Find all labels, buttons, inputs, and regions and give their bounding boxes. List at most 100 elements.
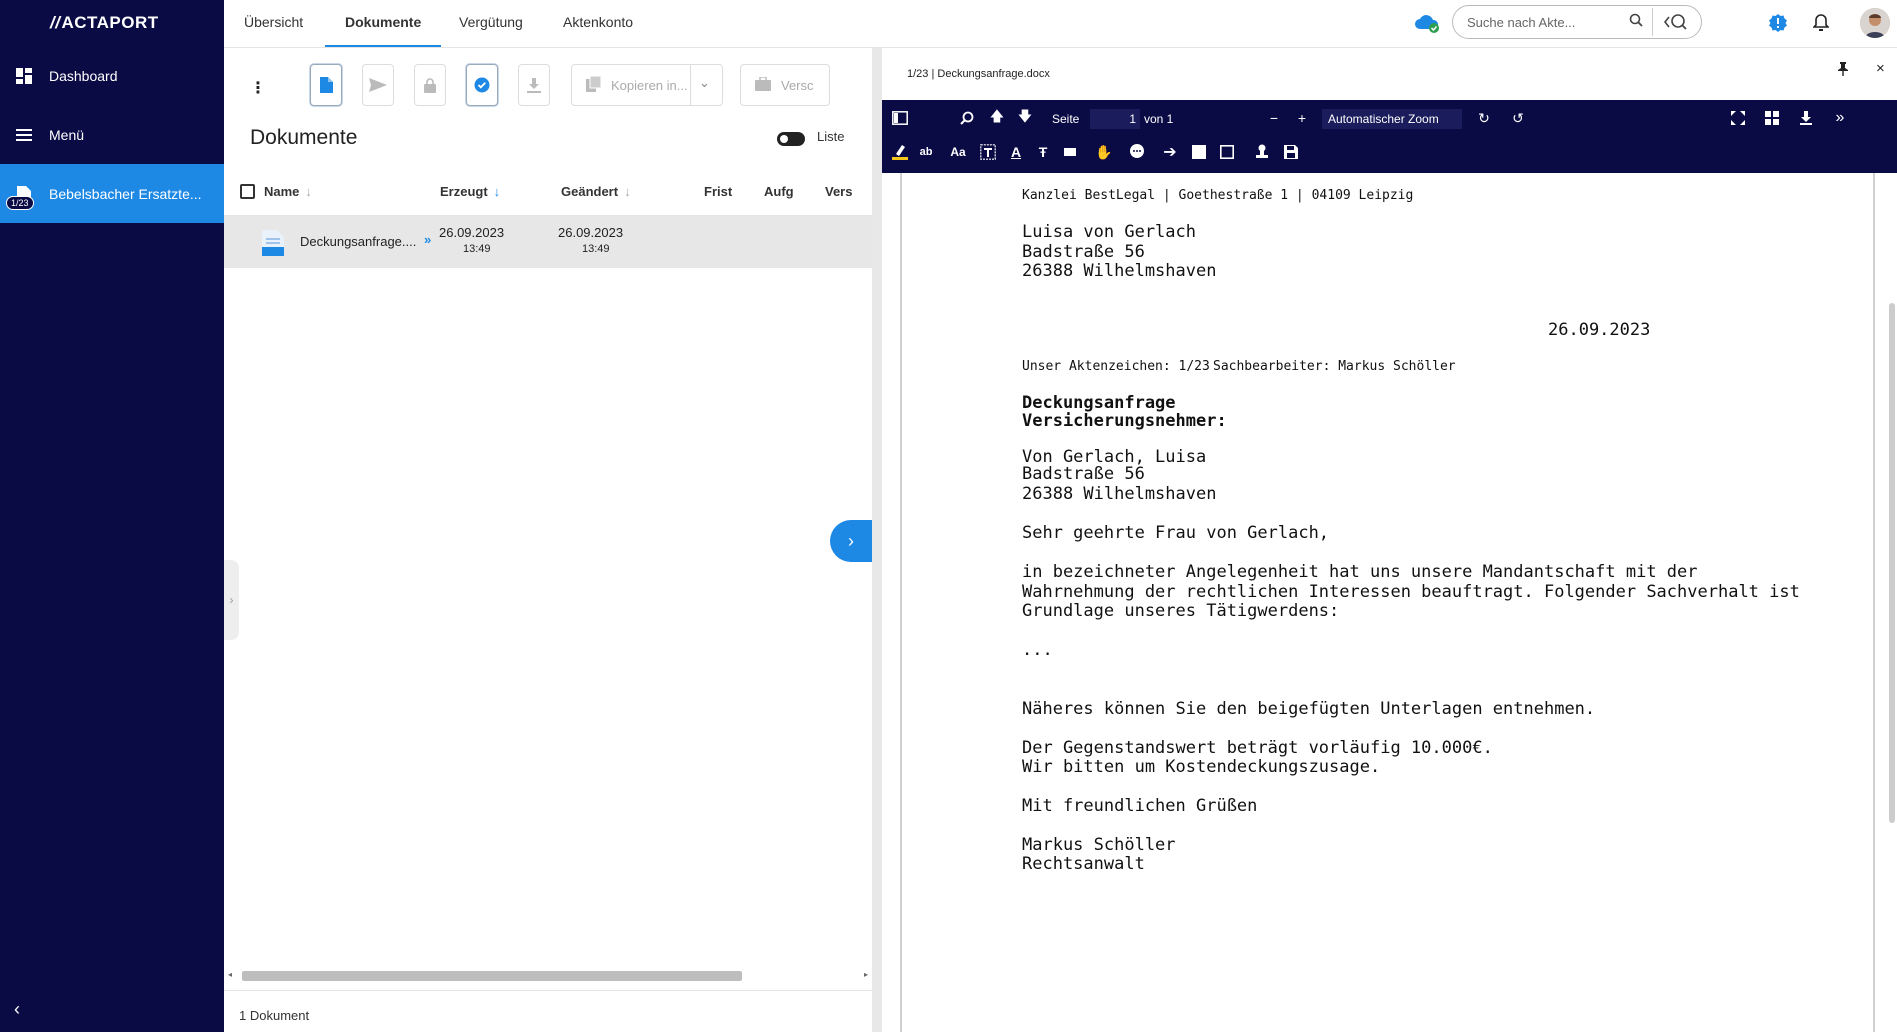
- cloud-sync-icon[interactable]: [1414, 10, 1440, 36]
- select-all-checkbox[interactable]: [240, 184, 255, 199]
- bell-icon[interactable]: [1808, 10, 1834, 36]
- vertical-scrollbar[interactable]: [1889, 173, 1897, 1032]
- avatar[interactable]: [1860, 8, 1890, 38]
- download-icon[interactable]: [1796, 108, 1816, 128]
- pin-icon[interactable]: [1837, 62, 1849, 79]
- find-icon[interactable]: [957, 108, 977, 128]
- zoom-out-icon[interactable]: −: [1264, 108, 1284, 128]
- next-page-icon[interactable]: 🡇: [1015, 108, 1035, 128]
- letter-body-line: Wir bitten um Kostendeckungszusage.: [1022, 757, 1381, 777]
- lock-button[interactable]: [414, 64, 446, 106]
- panel-handle[interactable]: ›: [224, 560, 239, 640]
- letter-body-line: Grundlage unseres Tätigwerdens:: [1022, 601, 1340, 621]
- pdf-toolbar: 🡅 🡇 Seite 1 von 1 − + Automatischer Zoom…: [882, 100, 1897, 173]
- horizontal-scrollbar[interactable]: ◂ ▸: [224, 968, 872, 982]
- strikethrough-text-icon[interactable]: ab: [916, 142, 936, 162]
- page-area[interactable]: Kanzlei BestLegal | Goethestraße 1 | 041…: [882, 173, 1897, 1032]
- text-box-icon[interactable]: [978, 142, 998, 162]
- thumbnails-icon[interactable]: [1762, 108, 1782, 128]
- page-title: Dokumente: [250, 126, 358, 149]
- select-all-button[interactable]: [466, 64, 498, 106]
- font-size-icon[interactable]: Aa: [948, 142, 968, 162]
- stamp-icon[interactable]: [1252, 142, 1272, 162]
- previous-page-icon[interactable]: 🡅: [987, 108, 1007, 128]
- column-modified[interactable]: Geändert ↓: [561, 184, 631, 199]
- rotate-clockwise-icon[interactable]: ↻: [1474, 108, 1494, 128]
- fullscreen-icon[interactable]: [1728, 108, 1748, 128]
- sidebar-item-label: Dashboard: [49, 67, 118, 84]
- table-row[interactable]: Deckungsanfrage.... » 26.09.2023 13:49 2…: [224, 216, 872, 268]
- sidebar-item-menu[interactable]: Menü: [0, 105, 224, 164]
- copy-divider: [690, 65, 691, 105]
- help-badge-icon[interactable]: [1765, 10, 1791, 36]
- expand-viewer-button[interactable]: ›: [830, 520, 872, 562]
- tab-uebersicht[interactable]: Übersicht: [244, 0, 303, 47]
- lock-icon: [424, 77, 436, 93]
- letter-vn-street: Badstraße 56: [1022, 464, 1145, 484]
- modified-time: 13:49: [582, 243, 610, 255]
- search-icon[interactable]: [1629, 13, 1643, 30]
- check-circle-icon: [474, 77, 490, 93]
- page-total: von 1: [1144, 112, 1174, 126]
- document-name[interactable]: Deckungsanfrage....: [300, 234, 416, 249]
- move-label: Versc: [781, 77, 814, 93]
- send-button[interactable]: [362, 64, 394, 106]
- column-tasks[interactable]: Aufg: [764, 184, 794, 199]
- menu-icon: [12, 123, 36, 147]
- sidebar-item-case[interactable]: 1/23 Bebelsbacher Ersatzte...: [0, 164, 224, 223]
- tab-dokumente[interactable]: Dokumente: [325, 0, 442, 47]
- tab-verguetung[interactable]: Vergütung: [459, 0, 523, 47]
- close-icon[interactable]: ×: [1876, 60, 1885, 77]
- dashboard-icon: [12, 64, 36, 88]
- save-icon[interactable]: [1281, 142, 1301, 162]
- search-divider: [1652, 8, 1653, 36]
- hand-tool-icon[interactable]: ✋: [1094, 142, 1114, 162]
- zoom-in-icon[interactable]: +: [1292, 108, 1312, 128]
- tab-aktenkonto[interactable]: Aktenkonto: [563, 0, 633, 47]
- letter-subject: Deckungsanfrage: [1022, 393, 1176, 413]
- scroll-right-icon[interactable]: ▸: [864, 970, 868, 979]
- download-button[interactable]: [518, 64, 550, 106]
- panel-splitter[interactable]: [872, 48, 882, 1032]
- sidebar-item-dashboard[interactable]: Dashboard: [0, 46, 224, 105]
- redact-icon[interactable]: [1060, 142, 1080, 162]
- copy-to-button[interactable]: Kopieren in... ⌄: [571, 64, 723, 106]
- viewer-filename: 1/23 | Deckungsanfrage.docx: [907, 68, 1050, 80]
- sidebar-collapse-icon[interactable]: ‹: [14, 999, 20, 1020]
- scrollbar-thumb[interactable]: [242, 971, 742, 981]
- chevron-right-icon: ›: [848, 530, 854, 551]
- documents-panel: ⋮ Kopieren in... ⌄ Versc Dokumente Liste…: [224, 48, 872, 1032]
- rectangle-icon[interactable]: [1217, 142, 1237, 162]
- letter-recipient-name: Luisa von Gerlach: [1022, 222, 1196, 242]
- column-version[interactable]: Vers: [825, 184, 852, 199]
- actaport-logo[interactable]: //ACTAPORT: [0, 0, 224, 46]
- column-label: Erzeugt: [440, 184, 488, 199]
- scrollbar-thumb[interactable]: [1889, 303, 1895, 823]
- page-number-input[interactable]: 1: [1090, 109, 1140, 129]
- column-label: Aufg: [764, 184, 794, 199]
- highlight-icon[interactable]: [890, 142, 910, 162]
- column-deadline[interactable]: Frist: [704, 184, 732, 199]
- new-document-button[interactable]: [310, 64, 342, 106]
- scroll-left-icon[interactable]: ◂: [228, 970, 232, 979]
- chevron-down-icon[interactable]: ⌄: [699, 75, 710, 91]
- filled-rectangle-icon[interactable]: [1189, 142, 1209, 162]
- list-view-toggle[interactable]: [777, 132, 805, 146]
- search-input[interactable]: Suche nach Akte...: [1452, 5, 1702, 39]
- column-name[interactable]: Name ↓: [264, 184, 312, 199]
- sidebar-toggle-icon[interactable]: [890, 108, 910, 128]
- text-color-icon[interactable]: A: [1006, 142, 1026, 162]
- move-button[interactable]: Versc: [740, 64, 830, 106]
- letter-closing: Mit freundlichen Grüßen: [1022, 796, 1258, 816]
- arrow-tool-icon[interactable]: ➔: [1160, 142, 1180, 162]
- letter-recipient-city: 26388 Wilhelmshaven: [1022, 261, 1217, 281]
- comment-icon[interactable]: [1127, 142, 1147, 162]
- advanced-search-icon[interactable]: [1663, 12, 1689, 35]
- column-created[interactable]: Erzeugt ↓: [440, 184, 500, 199]
- more-menu-icon[interactable]: ⋮: [250, 78, 266, 98]
- more-tools-icon[interactable]: »: [1830, 108, 1850, 128]
- open-details-icon[interactable]: »: [424, 232, 431, 247]
- strikeout-icon[interactable]: Ŧ: [1033, 142, 1053, 162]
- rotate-counterclockwise-icon[interactable]: ↺: [1508, 108, 1528, 128]
- zoom-select[interactable]: Automatischer Zoom: [1322, 109, 1462, 129]
